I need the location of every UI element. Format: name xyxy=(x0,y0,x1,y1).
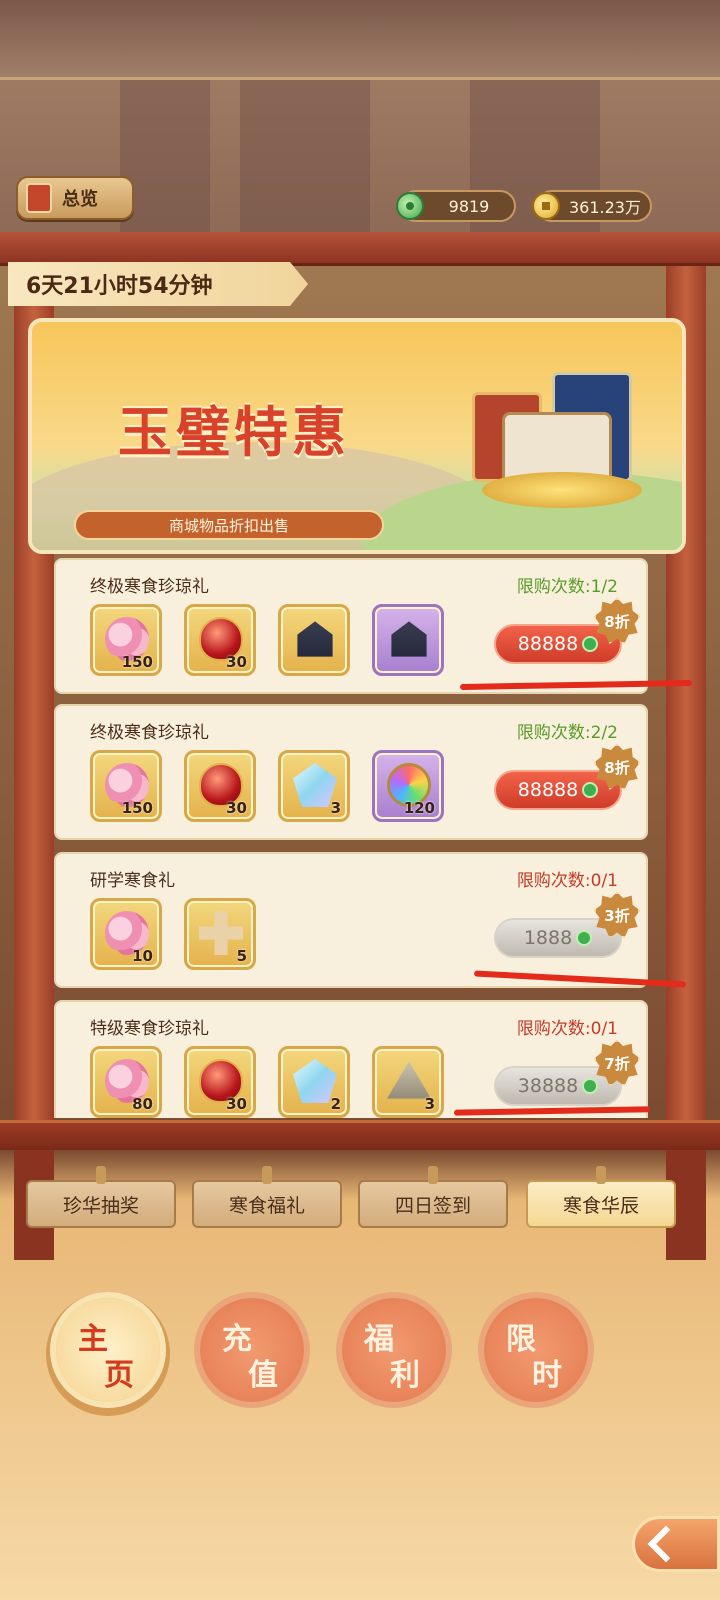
jade-coin-icon xyxy=(582,1078,599,1094)
banner-title: 玉璧特惠 xyxy=(118,401,350,464)
tab-label: 珍华抽奖 xyxy=(62,1194,139,1217)
countdown-timer: 6天21小时54分钟 xyxy=(8,262,308,306)
reward-item[interactable]: 150 xyxy=(90,750,162,822)
promo-banner: 玉璧特惠 商城物品折扣出售 xyxy=(28,318,686,554)
item-qty: 3 xyxy=(424,1095,435,1113)
tab-hanshi-gift[interactable]: 寒食福礼 xyxy=(192,1166,342,1228)
overview-button[interactable]: 总览 xyxy=(16,176,134,220)
roof-beam xyxy=(0,0,720,80)
back-button[interactable] xyxy=(632,1516,720,1572)
price-value: 38888 xyxy=(517,1075,579,1097)
tab-label: 寒食华辰 xyxy=(562,1194,639,1217)
item-qty: 30 xyxy=(226,653,247,671)
offer-card: 终极寒食珍琼礼 限购次数:1/2 150 30 88888 8折 xyxy=(54,558,648,694)
tab-label: 寒食福礼 xyxy=(228,1194,305,1217)
gold-amount: 361.23万 xyxy=(569,198,641,217)
frame-top xyxy=(0,232,720,266)
reward-item[interactable] xyxy=(372,604,444,676)
house-icon xyxy=(391,621,427,657)
nav-char: 页 xyxy=(104,1358,134,1393)
offer-name: 特级寒食珍琼礼 xyxy=(90,1019,209,1039)
book-icon xyxy=(26,183,52,213)
tab-treasure-lottery[interactable]: 珍华抽奖 xyxy=(26,1166,176,1228)
banner-subtitle: 商城物品折扣出售 xyxy=(74,510,384,540)
wall-panel xyxy=(240,80,370,240)
item-qty: 2 xyxy=(330,1095,341,1113)
offer-name: 研学寒食礼 xyxy=(90,871,175,891)
purchase-limit: 限购次数:0/1 xyxy=(516,1019,618,1039)
reward-item[interactable]: 120 xyxy=(372,750,444,822)
gold-currency: 361.23万 xyxy=(532,190,652,222)
overview-label: 总览 xyxy=(62,189,98,210)
nav-welfare-button[interactable]: 福利 xyxy=(342,1298,446,1402)
back-arrow-icon xyxy=(647,1525,685,1563)
item-qty: 3 xyxy=(330,799,341,817)
nav-char: 值 xyxy=(248,1358,278,1393)
reward-item[interactable]: 2 xyxy=(278,1046,350,1118)
gold-coin-icon xyxy=(532,192,560,220)
offer-card: 研学寒食礼 限购次数:0/1 10 5 1888 3折 xyxy=(54,852,648,988)
jade-coin-icon xyxy=(396,192,424,220)
reward-item[interactable] xyxy=(278,604,350,676)
purchase-limit: 限购次数:2/2 xyxy=(516,723,618,743)
reward-item[interactable]: 3 xyxy=(278,750,350,822)
offer-list[interactable]: 终极寒食珍琼礼 限购次数:1/2 150 30 88888 8折 终极寒食珍琼礼… xyxy=(54,558,650,1118)
offer-card: 特级寒食珍琼礼 限购次数:0/1 80 30 2 3 38888 7折 xyxy=(54,1000,648,1118)
jade-coin-icon xyxy=(582,636,599,652)
item-qty: 120 xyxy=(403,799,435,817)
item-qty: 10 xyxy=(132,947,153,965)
reward-item[interactable]: 30 xyxy=(184,1046,256,1118)
item-qty: 150 xyxy=(121,653,153,671)
shelf-bar xyxy=(0,1120,720,1150)
tab-label: 四日签到 xyxy=(394,1194,471,1217)
jade-coin-icon xyxy=(576,930,593,946)
price-value: 88888 xyxy=(517,779,579,801)
item-qty: 30 xyxy=(226,1095,247,1113)
reward-item[interactable]: 3 xyxy=(372,1046,444,1118)
jade-amount: 9819 xyxy=(448,196,490,216)
nav-char: 时 xyxy=(532,1358,562,1393)
purchase-limit: 限购次数:1/2 xyxy=(516,577,618,597)
item-qty: 30 xyxy=(226,799,247,817)
price-value: 1888 xyxy=(523,927,573,949)
offer-card: 终极寒食珍琼礼 限购次数:2/2 150 30 3 120 88888 8折 xyxy=(54,704,648,840)
offer-name: 终极寒食珍琼礼 xyxy=(90,723,209,743)
item-qty: 80 xyxy=(132,1095,153,1113)
nav-recharge-button[interactable]: 充值 xyxy=(200,1298,304,1402)
offer-name: 终极寒食珍琼礼 xyxy=(90,577,209,597)
jade-coin-icon xyxy=(582,782,599,798)
tab-four-day-checkin[interactable]: 四日签到 xyxy=(358,1166,508,1228)
nav-home-button[interactable]: 主页 xyxy=(56,1298,160,1402)
purchase-limit: 限购次数:0/1 xyxy=(516,871,618,891)
tab-hanshi-festival[interactable]: 寒食华辰 xyxy=(526,1166,676,1228)
jade-currency: 9819 xyxy=(396,190,516,222)
reward-item[interactable]: 10 xyxy=(90,898,162,970)
reward-item[interactable]: 150 xyxy=(90,604,162,676)
house-icon xyxy=(297,621,333,657)
price-value: 88888 xyxy=(517,633,579,655)
treasure-chest-icon xyxy=(472,372,652,512)
item-qty: 5 xyxy=(236,947,247,965)
wall-panel xyxy=(120,80,210,240)
nav-limited-button[interactable]: 限时 xyxy=(484,1298,588,1402)
reward-item[interactable]: 5 xyxy=(184,898,256,970)
reward-item[interactable]: 80 xyxy=(90,1046,162,1118)
reward-item[interactable]: 30 xyxy=(184,604,256,676)
item-qty: 150 xyxy=(121,799,153,817)
nav-char: 利 xyxy=(390,1358,420,1393)
reward-item[interactable]: 30 xyxy=(184,750,256,822)
